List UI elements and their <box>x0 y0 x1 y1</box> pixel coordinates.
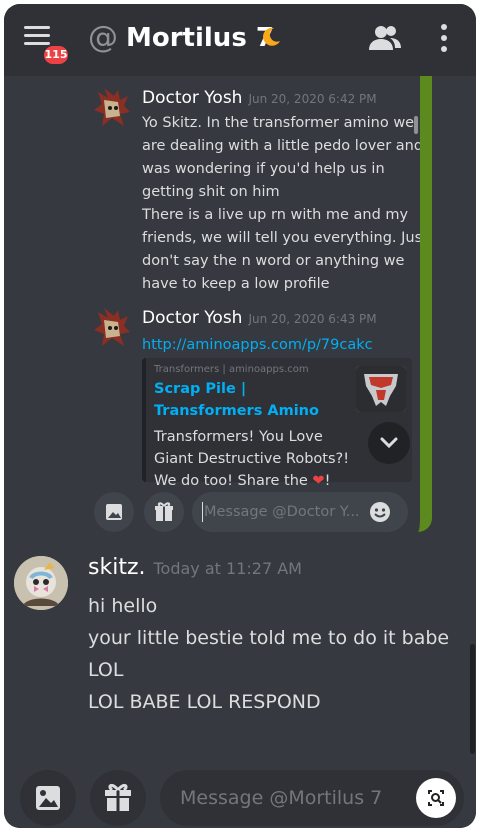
link-preview-card[interactable]: Transformers | aminoapps.com Scrap Pile … <box>142 358 412 489</box>
embedded-author: Doctor Yosh Jun 20, 2020 6:43 PM <box>142 306 377 331</box>
message-header: skitz. Today at 11:27 AM <box>88 552 302 585</box>
message-line: LOL BABE LOL RESPOND <box>88 691 321 713</box>
image-upload-button[interactable] <box>20 770 76 826</box>
message-line: your little bestie told me to do it babe <box>88 627 450 649</box>
embedded-text-line: There is a live up rn with me and my <box>142 207 409 223</box>
message-input-placeholder: Message @Mortilus 7 <box>180 787 383 809</box>
avatar[interactable] <box>14 556 68 610</box>
embedded-message: Doctor Yosh Jun 20, 2020 6:43 PM http://a… <box>88 306 418 489</box>
channel-title[interactable]: Mortilus 7 <box>126 20 274 56</box>
embedded-author-name: Doctor Yosh <box>142 308 243 328</box>
message-line: hi hello <box>88 595 158 617</box>
top-bar: 115 @ Mortilus 7 <box>4 4 476 76</box>
link-preview-desc-line: Giant Destructive Robots?! <box>154 451 350 467</box>
embedded-text-line: are dealing with a little pedo lover and… <box>142 138 432 154</box>
embedded-text-line: friends, we will tell you everything. Ju… <box>142 230 428 246</box>
embedded-message-input[interactable]: Message @Doctor Y... <box>192 492 408 532</box>
link-preview-description: Transformers! You Love Giant Destructive… <box>154 426 354 492</box>
emoji-icon[interactable] <box>368 500 392 524</box>
link-preview-title[interactable]: Scrap Pile | Transformers Amino <box>154 378 344 422</box>
embedded-timestamp: Jun 20, 2020 6:43 PM <box>248 312 377 326</box>
composer: Message @Mortilus 7 <box>4 760 476 828</box>
members-icon[interactable] <box>368 24 402 52</box>
embedded-input-placeholder: Message @Doctor Y... <box>204 504 360 520</box>
embedded-text-line: Yo Skitz. In the transformer amino we <box>142 115 415 131</box>
embedded-composer: Message @Doctor Y... <box>88 488 418 532</box>
chevron-down-icon[interactable] <box>368 422 410 464</box>
message-line: LOL <box>88 659 124 681</box>
scrollbar[interactable] <box>470 644 475 754</box>
message-timestamp: Today at 11:27 AM <box>153 559 302 578</box>
embedded-message-text: Yo Skitz. In the transformer amino we ar… <box>142 112 432 296</box>
at-icon: @ <box>88 20 118 55</box>
gift-button[interactable] <box>90 770 146 826</box>
link-preview-desc-line: We do too! Share the <box>154 473 308 489</box>
link-preview-desc-line: Transformers! You Love <box>154 429 323 445</box>
dm-screen: 115 @ Mortilus 7 Doctor Yosh Jun 20, 202… <box>4 4 476 828</box>
unread-badge: 115 <box>42 44 70 66</box>
embedded-text-line: getting shit on him <box>142 184 280 200</box>
embedded-message: Doctor Yosh Jun 20, 2020 6:42 PM Yo Skitz… <box>88 86 432 296</box>
author-name[interactable]: skitz. <box>88 555 145 580</box>
embedded-screenshot: Doctor Yosh Jun 20, 2020 6:42 PM Yo Skitz… <box>88 76 432 532</box>
embedded-text-line: have to keep a low profile <box>142 276 330 292</box>
embedded-text-line: was wondering if you'd help us in <box>142 161 385 177</box>
embedded-author: Doctor Yosh Jun 20, 2020 6:42 PM <box>142 86 377 111</box>
more-options-icon[interactable] <box>440 24 448 54</box>
link-preview-provider: Transformers | aminoapps.com <box>154 364 309 375</box>
link-preview-desc-end: ! <box>324 473 331 489</box>
lens-search-icon[interactable] <box>416 778 456 818</box>
message-content: hi hello your little bestie told me to d… <box>88 590 468 718</box>
text-caret <box>202 502 203 522</box>
idle-moon-icon <box>260 26 282 48</box>
embedded-avatar <box>94 88 130 128</box>
transformers-logo-thumbnail <box>356 366 406 412</box>
embedded-gift-icon[interactable] <box>144 492 184 532</box>
embedded-timestamp: Jun 20, 2020 6:42 PM <box>248 92 377 106</box>
embedded-link[interactable]: http://aminoapps.com/p/79cakc <box>142 334 373 356</box>
embedded-image-icon[interactable] <box>94 492 134 532</box>
embedded-text-line: don't say the n word or anything we <box>142 253 405 269</box>
embedded-author-name: Doctor Yosh <box>142 88 243 108</box>
heart-icon: ❤ <box>312 473 325 489</box>
embedded-avatar <box>94 308 130 348</box>
message-input[interactable]: Message @Mortilus 7 <box>160 770 464 826</box>
